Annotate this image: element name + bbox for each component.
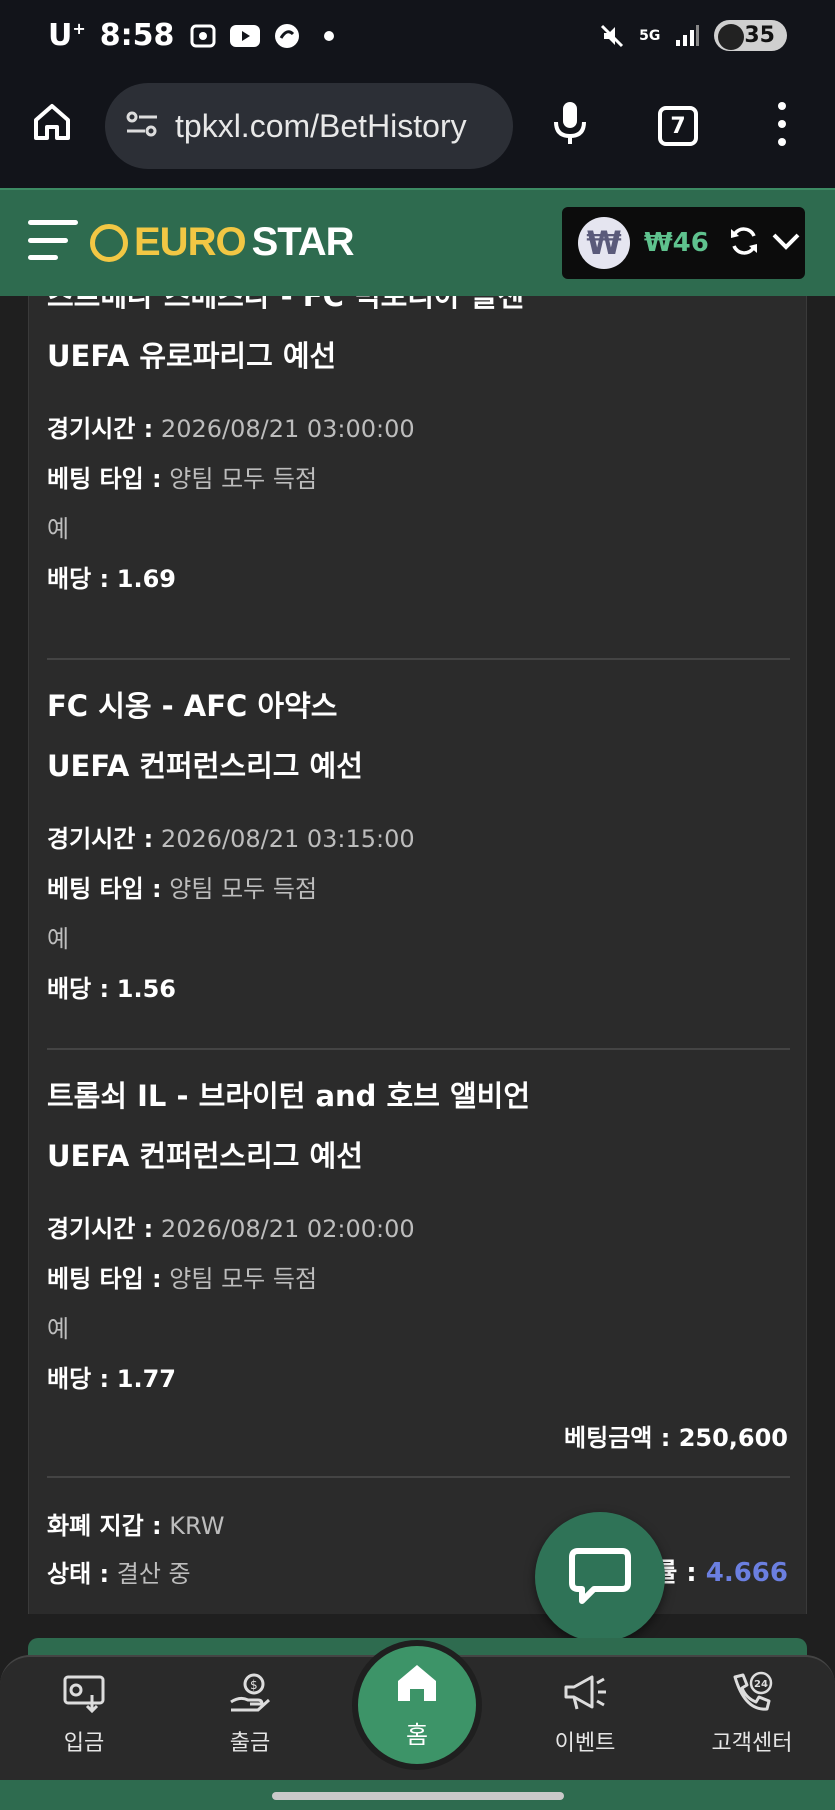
wallet-balance-widget[interactable]: ₩ ₩46 bbox=[562, 207, 805, 279]
svg-text:24: 24 bbox=[754, 1679, 768, 1690]
address-bar[interactable]: tpkxl.com/BetHistory bbox=[105, 83, 513, 169]
balance-amount: ₩46 bbox=[644, 228, 709, 258]
league-name: UEFA 유로파리그 예선 bbox=[47, 339, 337, 373]
network-type: 5G bbox=[639, 27, 661, 44]
bet-amount: 베팅금액 : 250,600 bbox=[564, 1424, 788, 1452]
mute-icon bbox=[597, 23, 627, 49]
league-name: UEFA 컨퍼런스리그 예선 bbox=[47, 1139, 363, 1173]
total-odds: 률 : 4.666 bbox=[653, 1558, 788, 1588]
browser-toolbar: tpkxl.com/BetHistory 7 bbox=[0, 78, 835, 188]
bet-item: 트롬쇠 IL - 브라이턴 and 호브 앨비언 UEFA 컨퍼런스리그 예선 … bbox=[47, 1066, 790, 1404]
divider bbox=[47, 1048, 790, 1050]
site-header: EURO STAR ₩ ₩46 bbox=[0, 188, 835, 296]
withdraw-icon: $ bbox=[226, 1669, 274, 1717]
dot-icon bbox=[314, 23, 344, 49]
bet-history-card: 츠르베나 즈베즈다 - FC 빅토리아 플젠 UEFA 유로파리그 예선 경기시… bbox=[28, 296, 807, 1614]
microphone-icon[interactable] bbox=[550, 100, 590, 146]
bet-item: FC 시옹 - AFC 아약스 UEFA 컨퍼런스리그 예선 경기시간 : 20… bbox=[47, 676, 790, 1014]
battery-indicator: 35 bbox=[714, 20, 787, 51]
nav-home[interactable]: 홈 bbox=[352, 1640, 482, 1770]
status-row: 상태 : 결산 중 bbox=[47, 1560, 191, 1588]
bet-selection: 예 bbox=[47, 1315, 70, 1343]
odds-row: 배당 : 1.69 bbox=[47, 565, 176, 593]
refresh-icon[interactable] bbox=[727, 224, 761, 262]
more-menu-icon[interactable] bbox=[772, 102, 792, 146]
nav-withdraw[interactable]: $ 출금 bbox=[180, 1669, 320, 1757]
home-icon[interactable] bbox=[30, 100, 74, 144]
chevron-down-icon[interactable] bbox=[771, 231, 801, 255]
bet-item: 츠르베나 즈베즈다 - FC 빅토리아 플젠 UEFA 유로파리그 예선 경기시… bbox=[47, 296, 790, 604]
match-name: FC 시옹 - AFC 아약스 bbox=[47, 689, 338, 723]
divider bbox=[47, 658, 790, 660]
site-settings-icon[interactable] bbox=[125, 109, 159, 143]
carrier: U+ bbox=[48, 18, 86, 53]
logo-mark-icon bbox=[90, 223, 128, 262]
deposit-icon bbox=[60, 1669, 108, 1717]
bet-type-row: 베팅 타입 : 양팀 모두 득점 bbox=[47, 1265, 318, 1293]
hamburger-menu-icon[interactable] bbox=[28, 220, 78, 260]
megaphone-icon bbox=[561, 1669, 609, 1717]
odds-row: 배당 : 1.56 bbox=[47, 975, 176, 1003]
status-left: U+ 8:58 bbox=[48, 18, 344, 53]
nav-support[interactable]: 24 고객센터 bbox=[682, 1669, 822, 1757]
clock: 8:58 bbox=[99, 18, 175, 53]
bet-type-row: 베팅 타입 : 양팀 모두 득점 bbox=[47, 875, 318, 903]
tab-switcher-button[interactable]: 7 bbox=[658, 106, 698, 146]
currency-wallet-row: 화폐 지갑 : KRW bbox=[47, 1512, 225, 1540]
odds-row: 배당 : 1.77 bbox=[47, 1365, 176, 1393]
app-notification-icon bbox=[272, 23, 302, 49]
nav-event[interactable]: 이벤트 bbox=[515, 1669, 655, 1757]
url-text[interactable]: tpkxl.com/BetHistory bbox=[175, 108, 467, 145]
won-icon: ₩ bbox=[578, 217, 630, 269]
support-24-icon: 24 bbox=[728, 1669, 776, 1717]
match-time-row: 경기시간 : 2026/08/21 02:00:00 bbox=[47, 1215, 415, 1243]
eurostar-logo[interactable]: EURO STAR bbox=[90, 220, 354, 265]
match-name: 트롬쇠 IL - 브라이턴 and 호브 앨비언 bbox=[47, 1079, 531, 1113]
gesture-handle[interactable] bbox=[272, 1792, 564, 1800]
status-bar: U+ 8:58 5G 35 bbox=[0, 0, 835, 78]
home-icon bbox=[394, 1661, 440, 1709]
gesture-bar bbox=[0, 1780, 835, 1810]
match-time-row: 경기시간 : 2026/08/21 03:15:00 bbox=[47, 825, 415, 853]
live-chat-button[interactable] bbox=[535, 1512, 665, 1642]
bet-selection: 예 bbox=[47, 515, 70, 543]
status-right: 5G 35 bbox=[597, 20, 787, 51]
match-time-row: 경기시간 : 2026/08/21 03:00:00 bbox=[47, 415, 415, 443]
chat-bubble-icon bbox=[568, 1545, 632, 1609]
bet-selection: 예 bbox=[47, 925, 70, 953]
league-name: UEFA 컨퍼런스리그 예선 bbox=[47, 749, 363, 783]
svg-text:$: $ bbox=[250, 1678, 258, 1692]
bet-type-row: 베팅 타입 : 양팀 모두 득점 bbox=[47, 465, 318, 493]
divider bbox=[47, 1476, 790, 1478]
nav-deposit[interactable]: 입금 bbox=[14, 1669, 154, 1757]
signal-icon bbox=[672, 23, 702, 49]
screenshot-icon bbox=[188, 23, 218, 49]
youtube-icon bbox=[230, 23, 261, 49]
match-name: 츠르베나 즈베즈다 - FC 빅토리아 플젠 bbox=[47, 296, 525, 313]
